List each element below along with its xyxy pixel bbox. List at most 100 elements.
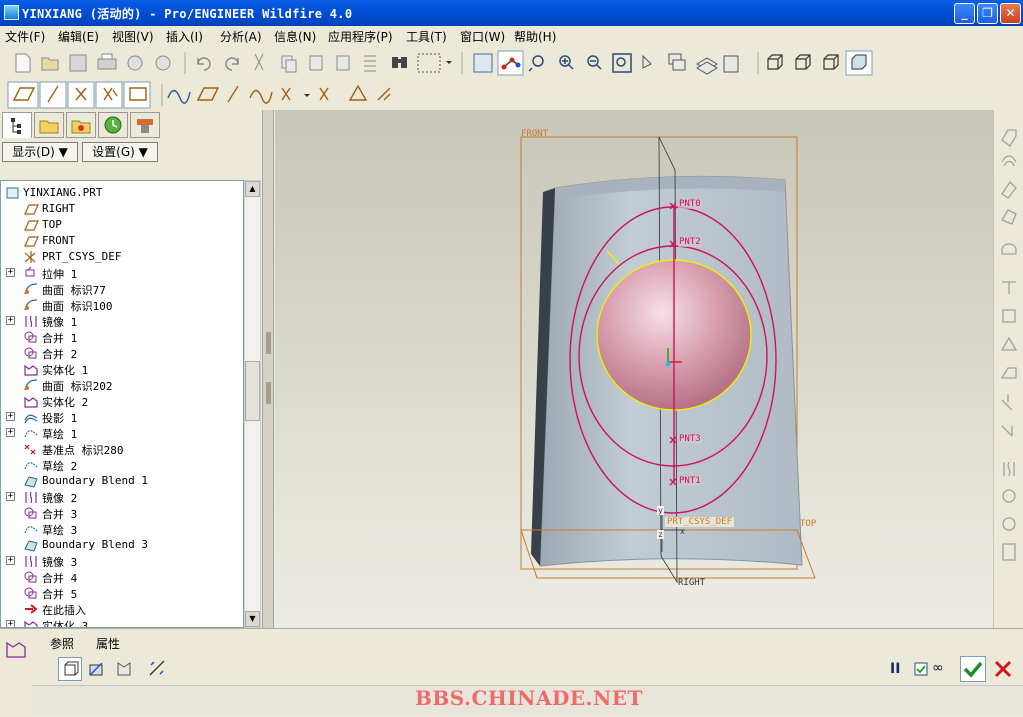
tree-item[interactable]: 曲面 标识202	[1, 377, 243, 393]
menu-applications[interactable]: 应用程序(P)	[328, 28, 393, 45]
window-title: YINXIANG (活动的) - Pro/ENGINEER Wildfire 4…	[22, 7, 353, 21]
sketch-icon	[24, 430, 38, 438]
tree-item[interactable]: + 镜像 1	[1, 313, 243, 329]
tree-item-label: 合并 3	[42, 508, 78, 521]
flip-direction-button[interactable]	[146, 657, 170, 681]
menu-analysis[interactable]: 分析(A)	[220, 28, 262, 45]
tree-item-label: 在此插入	[42, 604, 86, 617]
tree-item[interactable]: FRONT	[1, 233, 243, 249]
expand-icon[interactable]: +	[6, 492, 15, 501]
datum-plane-icon	[24, 204, 39, 215]
datum-plane-icon	[24, 220, 39, 231]
tree-item[interactable]: + 草绘 1	[1, 425, 243, 441]
csys-x-label: x	[680, 527, 685, 536]
expand-icon[interactable]: +	[6, 412, 15, 421]
tree-item[interactable]: + 拉伸 1	[1, 265, 243, 281]
menu-info[interactable]: 信息(N)	[274, 28, 316, 45]
title-bar: YINXIANG (活动的) - Pro/ENGINEER Wildfire 4…	[0, 0, 1023, 26]
tree-item[interactable]: 实体化 1	[1, 361, 243, 377]
scroll-up-arrow-icon[interactable]: ▲	[245, 181, 260, 197]
solidify-icon	[24, 620, 38, 627]
tab-references[interactable]: 参照	[50, 635, 74, 652]
part-icon	[6, 187, 19, 199]
menu-view[interactable]: 视图(V)	[112, 28, 154, 45]
tab-connections[interactable]	[130, 112, 160, 138]
preview-checkbox[interactable]	[914, 662, 928, 676]
tree-item[interactable]: 基准点 标识280	[1, 441, 243, 457]
menu-tools[interactable]: 工具(T)	[406, 28, 447, 45]
tree-item[interactable]: 草绘 3	[1, 521, 243, 537]
panel-splitter[interactable]	[262, 110, 274, 628]
tree-item[interactable]: 合并 3	[1, 505, 243, 521]
tree-item[interactable]: 在此插入	[1, 601, 243, 617]
tab-properties[interactable]: 属性	[96, 635, 120, 652]
apply-button[interactable]	[960, 656, 986, 682]
model-tree-scrollbar[interactable]: ▲ ▼	[244, 180, 261, 628]
model-tree-panel: 显示(D) ▼ 设置(G) ▼ YINXIANG.PRT RIGHT TOP FRON…	[0, 110, 262, 628]
tree-item[interactable]: YINXIANG.PRT	[1, 185, 243, 201]
menu-bar: 文件(F) 编辑(E) 视图(V) 插入(I) 分析(A) 信息(N) 应用程序…	[0, 26, 1023, 46]
tree-item[interactable]: Boundary Blend 1	[1, 473, 243, 489]
expand-icon[interactable]: +	[6, 316, 15, 325]
collapse-left-icon[interactable]	[266, 332, 271, 354]
remove-material-button[interactable]	[86, 657, 110, 681]
tree-item[interactable]: 曲面 标识77	[1, 281, 243, 297]
tree-item[interactable]: + 镜像 2	[1, 489, 243, 505]
tree-item[interactable]: PRT_CSYS_DEF	[1, 249, 243, 265]
glasses-preview-icon[interactable]: ∞	[932, 660, 944, 676]
menu-help[interactable]: 帮助(H)	[514, 28, 556, 45]
expand-right-icon[interactable]	[266, 382, 271, 404]
maximize-button[interactable]: ❐	[977, 3, 998, 24]
tree-item[interactable]: 草绘 2	[1, 457, 243, 473]
tab-favorites[interactable]	[66, 112, 96, 138]
menu-insert[interactable]: 插入(I)	[166, 28, 203, 45]
scroll-thumb[interactable]	[245, 361, 260, 421]
tab-folder-browser[interactable]	[34, 112, 64, 138]
minimize-button[interactable]: _	[954, 3, 975, 24]
check-icon	[963, 661, 983, 678]
expand-icon[interactable]: +	[6, 428, 15, 437]
menu-file[interactable]: 文件(F)	[5, 28, 45, 45]
tree-item[interactable]: + 镜像 3	[1, 553, 243, 569]
fill-solid-button[interactable]	[58, 657, 82, 681]
close-button[interactable]: ✕	[1000, 3, 1021, 24]
settings-dropdown[interactable]: 设置(G) ▼	[82, 142, 158, 162]
graphics-window[interactable]: FRONT TOP RIGHT PRT_CSYS_DEF PNT0 PNT2 P…	[275, 110, 993, 628]
datum-plane-icon	[24, 236, 39, 247]
tree-item[interactable]: 合并 4	[1, 569, 243, 585]
expand-icon[interactable]: +	[6, 556, 15, 565]
cancel-button[interactable]	[993, 659, 1013, 679]
tree-item[interactable]: + 投影 1	[1, 409, 243, 425]
pause-button[interactable]: II	[890, 661, 900, 677]
tree-item[interactable]: 合并 5	[1, 585, 243, 601]
scroll-down-arrow-icon[interactable]: ▼	[245, 611, 260, 627]
solid-fill-icon	[64, 661, 79, 676]
tree-item[interactable]: 合并 1	[1, 329, 243, 345]
tab-history[interactable]	[98, 112, 128, 138]
main-toolbar	[0, 48, 1023, 78]
menu-window[interactable]: 窗口(W)	[460, 28, 505, 45]
tree-item[interactable]: 合并 2	[1, 345, 243, 361]
folder-icon	[39, 120, 59, 134]
mirror-icon	[25, 555, 37, 568]
expand-icon[interactable]: +	[6, 620, 15, 627]
tab-model-tree[interactable]	[2, 112, 32, 138]
tree-item[interactable]: TOP	[1, 217, 243, 233]
tree-item-label: 镜像 2	[42, 492, 78, 505]
replace-surface-button[interactable]	[114, 657, 138, 681]
surface-icon	[24, 379, 38, 391]
tree-item[interactable]: Boundary Blend 3	[1, 537, 243, 553]
tree-item[interactable]: 曲面 标识100	[1, 297, 243, 313]
datum-point-icon	[24, 444, 36, 455]
display-dropdown[interactable]: 显示(D) ▼	[2, 142, 78, 162]
extrude-icon	[25, 266, 35, 277]
tree-item-label: 基准点 标识280	[42, 444, 124, 457]
tree-item-label: 合并 2	[42, 348, 78, 361]
tree-item[interactable]: 实体化 2	[1, 393, 243, 409]
menu-edit[interactable]: 编辑(E)	[58, 28, 99, 45]
expand-icon[interactable]: +	[6, 268, 15, 277]
tree-item[interactable]: + 实体化 3	[1, 617, 243, 627]
tree-item[interactable]: RIGHT	[1, 201, 243, 217]
tree-item-label: Boundary Blend 1	[42, 474, 148, 487]
model-tree[interactable]: YINXIANG.PRT RIGHT TOP FRONT PRT_CSYS_DEF + 拉伸…	[0, 180, 244, 628]
